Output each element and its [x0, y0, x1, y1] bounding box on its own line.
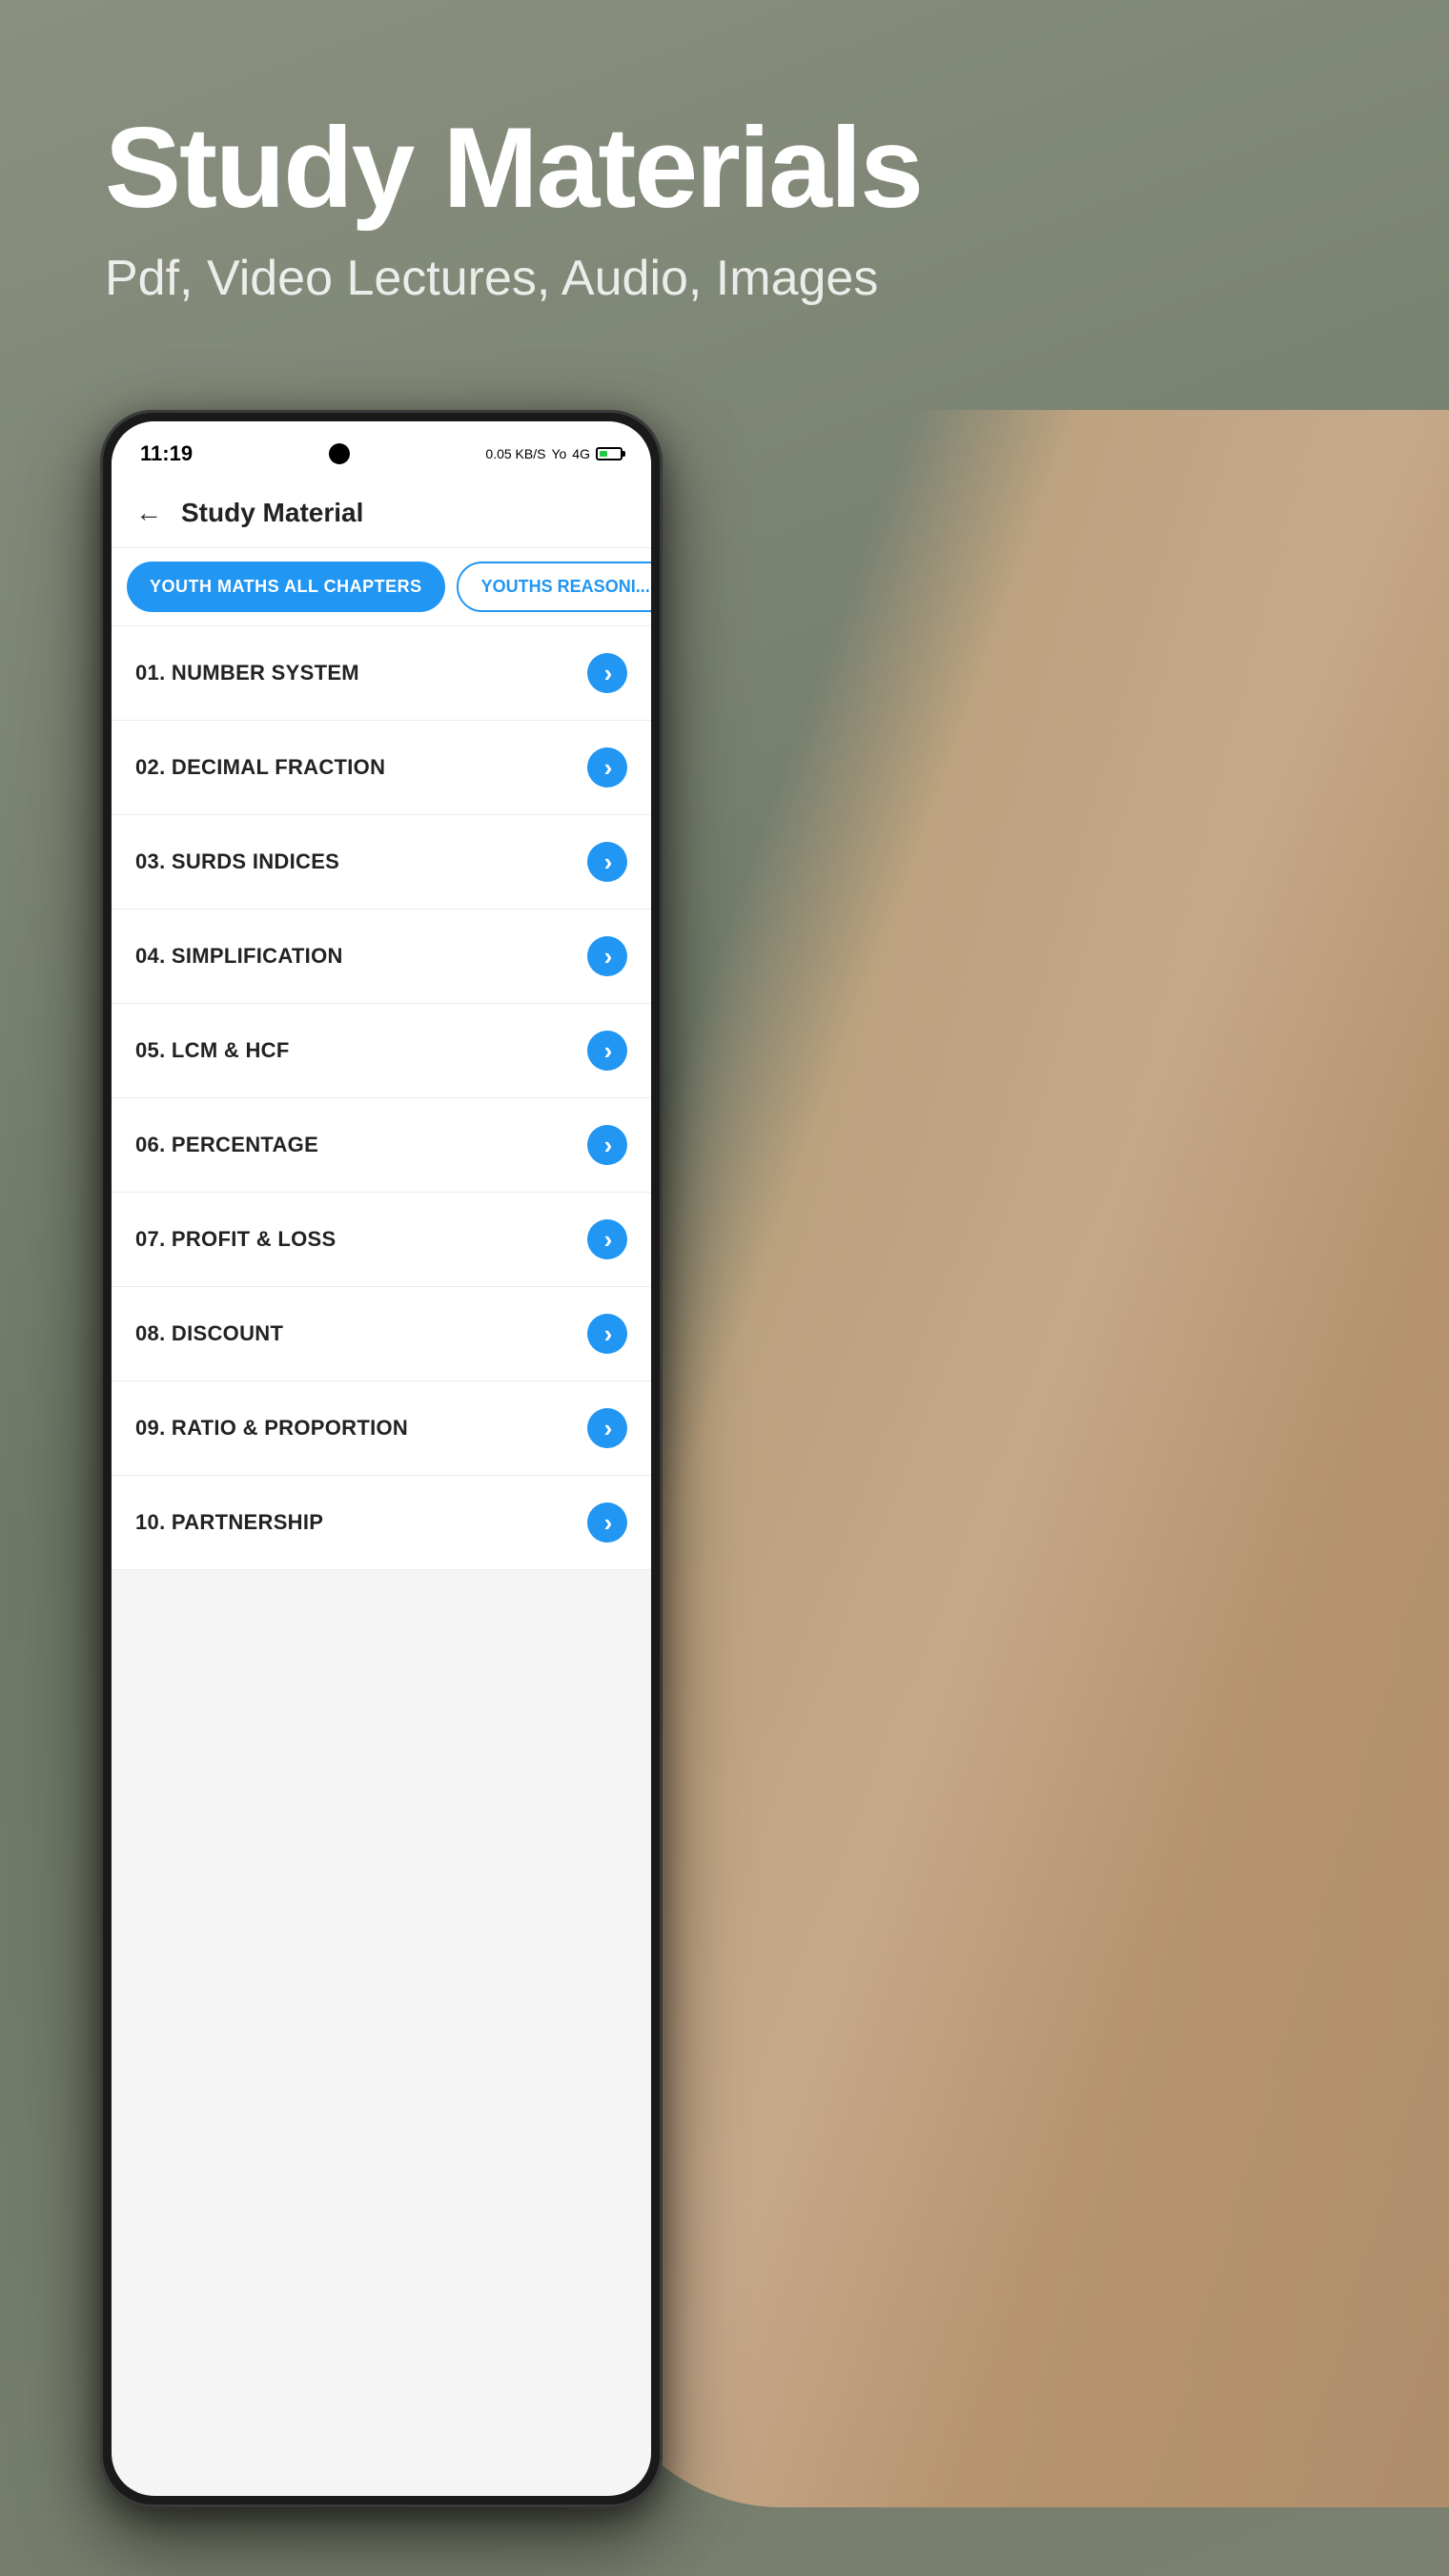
- chapter-name: 03. SURDS INDICES: [135, 849, 339, 874]
- chapter-arrow-icon: [587, 1031, 627, 1071]
- camera-dot: [329, 443, 350, 464]
- network-type: 4G: [572, 446, 590, 461]
- chapter-arrow-icon: [587, 747, 627, 787]
- tab-youths-reasoning[interactable]: YOUTHS REASONI...: [457, 562, 651, 612]
- status-bar: 11:19 0.05 KB/S Yo 4G: [112, 421, 651, 479]
- hero-subtitle: Pdf, Video Lectures, Audio, Images: [105, 250, 922, 307]
- chapter-arrow-icon: [587, 1503, 627, 1543]
- phone-frame: 11:19 0.05 KB/S Yo 4G ← Study Material Y: [100, 410, 663, 2507]
- hero-section: Study Materials Pdf, Video Lectures, Aud…: [105, 105, 922, 307]
- chapter-name: 07. PROFIT & LOSS: [135, 1227, 336, 1252]
- chapter-arrow-icon: [587, 936, 627, 976]
- network-speed: 0.05 KB/S: [485, 446, 545, 461]
- chapter-name: 05. LCM & HCF: [135, 1038, 290, 1063]
- phone-screen: 11:19 0.05 KB/S Yo 4G ← Study Material Y: [112, 421, 651, 2496]
- chapter-name: 06. PERCENTAGE: [135, 1133, 318, 1157]
- chapter-item[interactable]: 01. NUMBER SYSTEM: [112, 626, 651, 721]
- chapter-list: 01. NUMBER SYSTEM 02. DECIMAL FRACTION 03.…: [112, 626, 651, 1570]
- battery-icon: [596, 447, 622, 460]
- chapter-name: 08. DISCOUNT: [135, 1321, 283, 1346]
- chapter-name: 10. PARTNERSHIP: [135, 1510, 323, 1535]
- chapter-item[interactable]: 10. PARTNERSHIP: [112, 1476, 651, 1570]
- chapter-arrow-icon: [587, 842, 627, 882]
- chapter-arrow-icon: [587, 1314, 627, 1354]
- battery-fill: [600, 451, 607, 457]
- back-button[interactable]: ←: [135, 498, 162, 528]
- chapter-item[interactable]: 04. SIMPLIFICATION: [112, 910, 651, 1004]
- chapter-arrow-icon: [587, 653, 627, 693]
- chapter-item[interactable]: 06. PERCENTAGE: [112, 1098, 651, 1193]
- hero-title: Study Materials: [105, 105, 922, 231]
- app-title: Study Material: [181, 498, 363, 528]
- chapter-arrow-icon: [587, 1408, 627, 1448]
- chapter-item[interactable]: 02. DECIMAL FRACTION: [112, 721, 651, 815]
- phone-container: 11:19 0.05 KB/S Yo 4G ← Study Material Y: [100, 410, 663, 2507]
- chapter-name: 02. DECIMAL FRACTION: [135, 755, 385, 780]
- carrier: Yo: [551, 446, 566, 461]
- chapter-name: 09. RATIO & PROPORTION: [135, 1416, 408, 1441]
- chapter-name: 01. NUMBER SYSTEM: [135, 661, 359, 685]
- app-header: ← Study Material: [112, 479, 651, 548]
- status-icons: 0.05 KB/S Yo 4G: [485, 446, 622, 461]
- hand-background: [591, 410, 1449, 2507]
- chapter-item[interactable]: 03. SURDS INDICES: [112, 815, 651, 910]
- chapter-name: 04. SIMPLIFICATION: [135, 944, 343, 969]
- tab-bar: YOUTH MATHS ALL CHAPTERS YOUTHS REASONI.…: [112, 548, 651, 626]
- chapter-arrow-icon: [587, 1219, 627, 1259]
- chapter-arrow-icon: [587, 1125, 627, 1165]
- status-time: 11:19: [140, 441, 193, 466]
- chapter-item[interactable]: 09. RATIO & PROPORTION: [112, 1381, 651, 1476]
- chapter-item[interactable]: 07. PROFIT & LOSS: [112, 1193, 651, 1287]
- tab-youth-maths[interactable]: YOUTH MATHS ALL CHAPTERS: [127, 562, 445, 612]
- chapter-item[interactable]: 05. LCM & HCF: [112, 1004, 651, 1098]
- chapter-item[interactable]: 08. DISCOUNT: [112, 1287, 651, 1381]
